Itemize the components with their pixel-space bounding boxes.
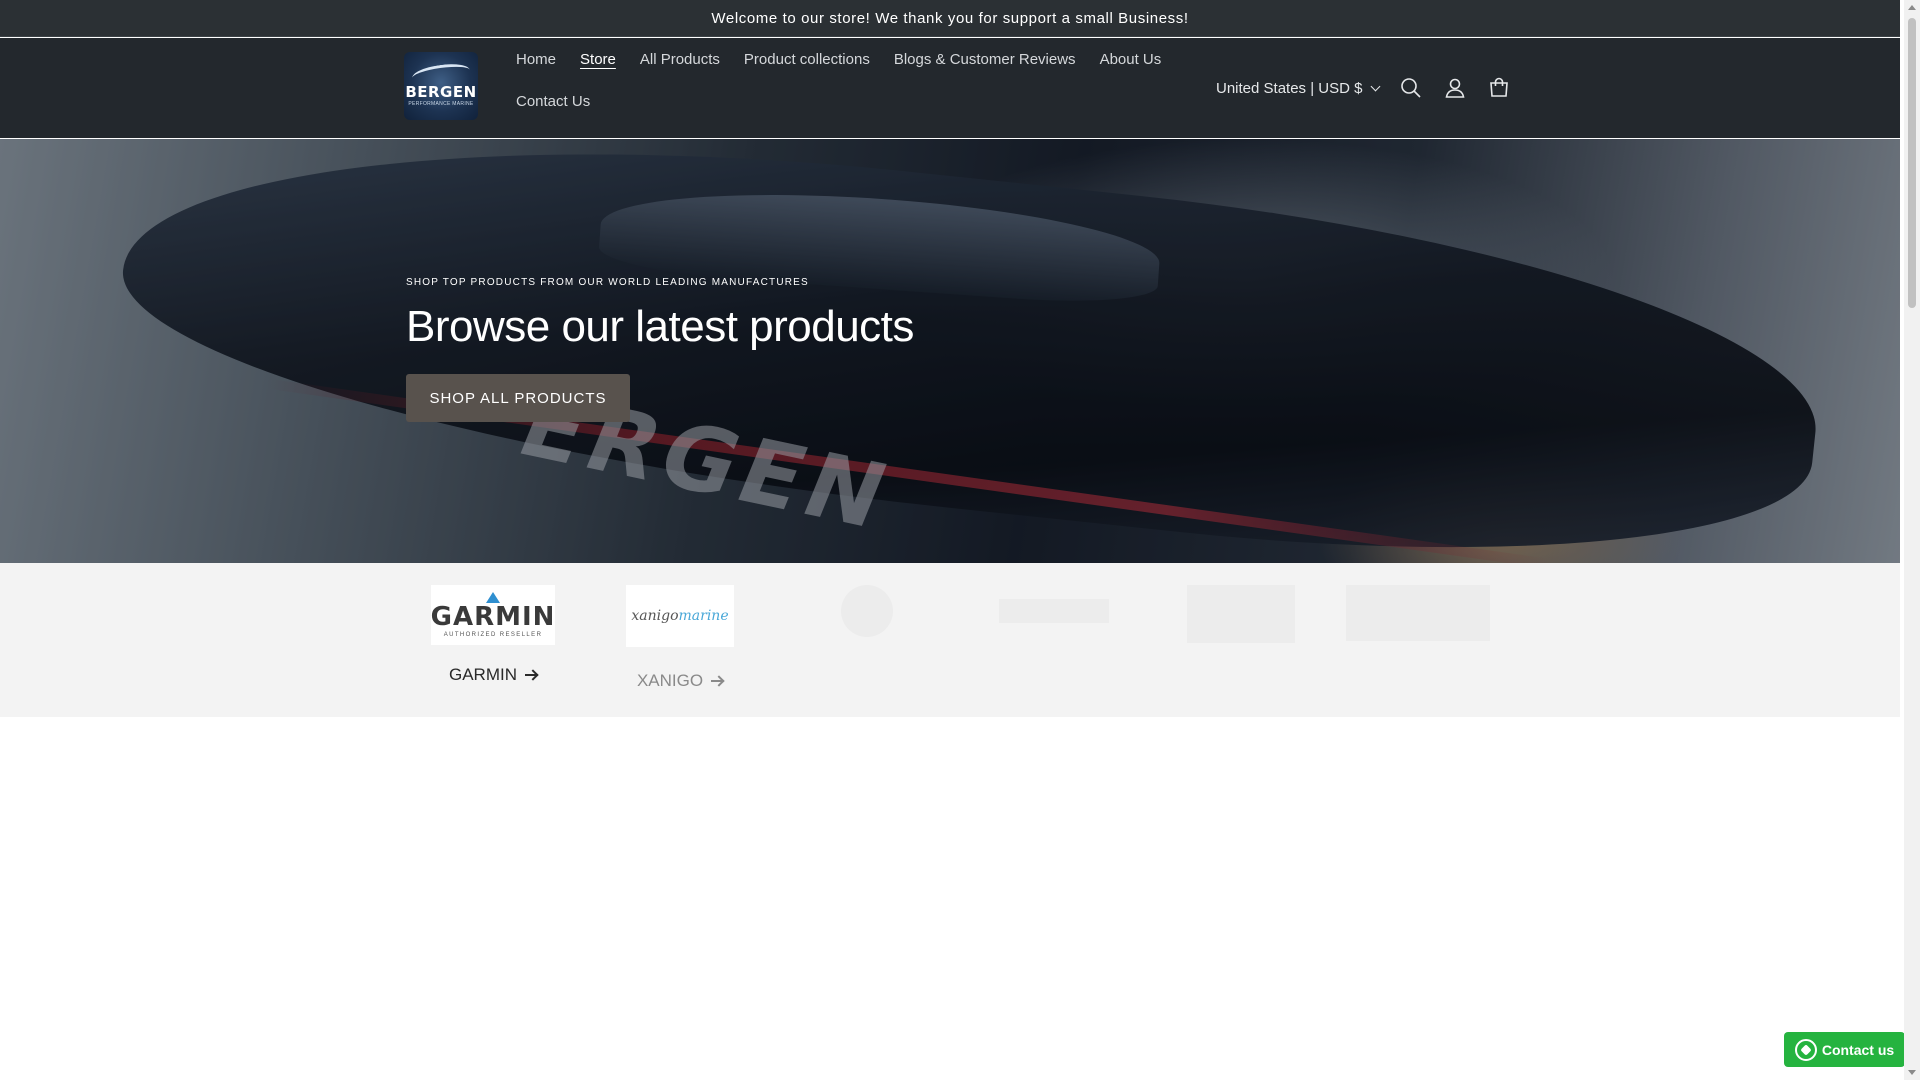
brand-card-faded-3[interactable] <box>782 563 952 637</box>
brand-logo-placeholder <box>1346 585 1490 641</box>
brand-card-faded-6[interactable] <box>1343 563 1493 641</box>
scrollbar-thumb[interactable] <box>1908 18 1916 308</box>
xanigo-logo[interactable]: xanigo marine <box>626 585 734 647</box>
arrow-right-icon <box>711 680 724 682</box>
header-actions: United States | USD $ <box>1206 38 1521 138</box>
logo-tagline: PERFORMANCE MARINE <box>408 101 474 107</box>
whatsapp-label: Contact us <box>1821 1041 1895 1058</box>
nav-all-products[interactable]: All Products <box>628 51 732 68</box>
page: Welcome to our store! We thank you for s… <box>0 0 1920 1080</box>
site-header: BERGEN PERFORMANCE MARINE Home Store All… <box>0 38 1900 138</box>
garmin-logo-subtext: AUTHORIZED RESELLER <box>443 632 543 638</box>
xanigo-logo-text: xanigo <box>631 608 679 624</box>
nav-home[interactable]: Home <box>504 51 568 68</box>
brand-logo-placeholder <box>999 599 1109 623</box>
scroll-down-arrow-icon[interactable] <box>1908 1070 1916 1075</box>
nav-blogs-reviews[interactable]: Blogs & Customer Reviews <box>882 51 1088 68</box>
announcement-bar: Welcome to our store! We thank you for s… <box>0 0 1900 37</box>
search-icon <box>1401 78 1422 98</box>
brand-logo-placeholder <box>841 585 893 637</box>
hero-banner: ERGEN SHOP TOP PRODUCTS FROM OUR WORLD L… <box>0 139 1900 563</box>
garmin-logo-text: GARMIN <box>430 602 556 632</box>
main-nav: Home Store All Products Product collecti… <box>504 38 1204 122</box>
nav-product-collections[interactable]: Product collections <box>732 51 882 68</box>
logo-brand-text: BERGEN <box>405 83 477 101</box>
garmin-logo[interactable]: GARMIN AUTHORIZED RESELLER <box>431 585 555 645</box>
arrow-right-icon <box>525 674 537 676</box>
currency-label: United States | USD $ <box>1216 79 1363 97</box>
hero-content: SHOP TOP PRODUCTS FROM OUR WORLD LEADING… <box>406 277 914 422</box>
hero-overlay <box>0 139 1900 563</box>
brand-card-faded-4[interactable] <box>969 563 1139 623</box>
shop-all-products-button[interactable]: SHOP ALL PRODUCTS <box>406 374 630 422</box>
nav-about-us[interactable]: About Us <box>1088 51 1174 68</box>
search-button[interactable] <box>1389 66 1433 110</box>
account-icon <box>1446 78 1465 98</box>
brand-name-xanigo: XANIGO <box>636 671 704 690</box>
brand-card-garmin[interactable]: GARMIN AUTHORIZED RESELLER GARMIN <box>408 563 578 685</box>
nav-row-1: Home Store All Products Product collecti… <box>504 38 1204 80</box>
chevron-down-icon <box>1371 81 1381 91</box>
announcement-text: Welcome to our store! We thank you for s… <box>711 9 1189 27</box>
nav-row-2: Contact Us <box>504 80 1204 122</box>
account-button[interactable] <box>1433 66 1477 110</box>
page-scrollbar[interactable] <box>1904 0 1920 1080</box>
xanigo-logo-subtext: marine <box>678 608 729 624</box>
brand-link-xanigo[interactable]: XANIGO <box>636 671 724 691</box>
hero-title: Browse our latest products <box>406 302 914 351</box>
currency-selector[interactable]: United States | USD $ <box>1206 80 1389 97</box>
cart-button[interactable] <box>1477 66 1521 110</box>
brand-card-faded-5[interactable] <box>1156 563 1326 643</box>
whatsapp-icon <box>1794 1038 1817 1061</box>
brands-section: GARMIN AUTHORIZED RESELLER GARMIN xanigo… <box>0 563 1900 717</box>
scroll-up-arrow-icon[interactable] <box>1908 5 1916 10</box>
brand-link-garmin[interactable]: GARMIN <box>449 665 537 685</box>
bergen-logo[interactable]: BERGEN PERFORMANCE MARINE <box>404 52 478 120</box>
whatsapp-contact-button[interactable]: Contact us <box>1784 1032 1905 1067</box>
hero-kicker: SHOP TOP PRODUCTS FROM OUR WORLD LEADING… <box>406 277 809 288</box>
nav-store[interactable]: Store <box>568 51 628 68</box>
brand-name-garmin: GARMIN <box>449 665 517 684</box>
phone-icon <box>1800 1043 1812 1056</box>
brand-logo-placeholder <box>1187 585 1295 643</box>
brand-card-xanigo[interactable]: xanigo marine XANIGO <box>595 563 765 691</box>
cart-icon <box>1490 77 1509 97</box>
nav-contact-us[interactable]: Contact Us <box>504 93 602 110</box>
